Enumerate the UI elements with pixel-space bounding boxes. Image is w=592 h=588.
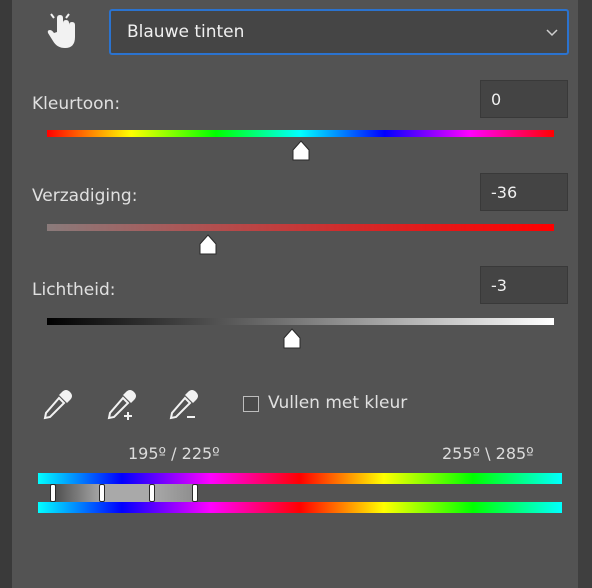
hue-saturation-panel: Blauwe tinten Kleurtoon: 0 Verzadiging: …: [0, 0, 592, 588]
hue-label: Kleurtoon:: [32, 94, 121, 114]
saturation-label: Verzadiging:: [32, 186, 138, 206]
saturation-slider-track[interactable]: [47, 224, 554, 231]
lightness-label: Lichtheid:: [32, 280, 116, 300]
hand-target-icon[interactable]: [42, 10, 82, 52]
range-core[interactable]: [102, 484, 152, 502]
chevron-down-icon: [546, 29, 558, 37]
range-falloff-left[interactable]: [52, 484, 102, 502]
range-handle-outer-left[interactable]: [50, 484, 56, 502]
range-handle-inner-left[interactable]: [99, 484, 105, 502]
panel-right-edge: [578, 0, 592, 588]
fill-color-label[interactable]: Vullen met kleur: [268, 393, 407, 413]
saturation-slider-thumb[interactable]: [196, 234, 220, 256]
eyedropper-icon[interactable]: [40, 386, 76, 422]
hue-value-field[interactable]: 0: [480, 80, 568, 118]
eyedropper-minus-icon[interactable]: [166, 386, 202, 422]
fill-color-checkbox[interactable]: [243, 396, 259, 412]
lightness-slider-track[interactable]: [47, 318, 554, 325]
preset-dropdown-value: Blauwe tinten: [127, 22, 245, 42]
input-color-spectrum: [38, 473, 562, 484]
eyedropper-plus-icon[interactable]: [104, 386, 140, 422]
range-left-degrees: 195º / 225º: [128, 444, 220, 463]
hue-slider-thumb[interactable]: [289, 140, 313, 162]
lightness-value-field[interactable]: -3: [480, 266, 568, 304]
range-handle-outer-right[interactable]: [192, 484, 198, 502]
range-falloff-right[interactable]: [152, 484, 194, 502]
output-color-spectrum: [38, 502, 562, 513]
hue-slider-track[interactable]: [47, 130, 554, 137]
preset-dropdown[interactable]: Blauwe tinten: [109, 9, 569, 55]
saturation-value-field[interactable]: -36: [480, 173, 568, 211]
lightness-slider-thumb[interactable]: [280, 328, 304, 350]
range-handle-inner-right[interactable]: [149, 484, 155, 502]
range-right-degrees: 255º \ 285º: [442, 444, 534, 463]
panel-left-edge: [0, 0, 12, 588]
